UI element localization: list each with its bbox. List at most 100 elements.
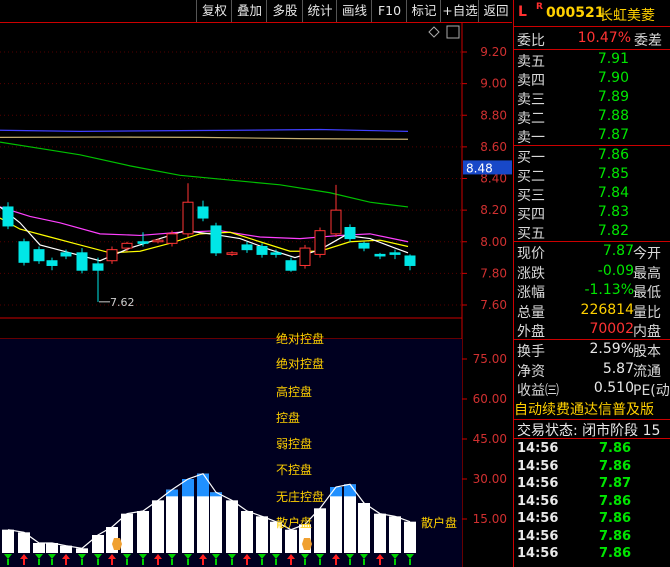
quote-row-0[interactable]: 现价 7.87 今开 bbox=[514, 242, 670, 262]
tick-row: 14:56 7.86 bbox=[514, 528, 670, 546]
bid-row-5-value: 7.82 bbox=[597, 223, 629, 239]
candle-body[interactable] bbox=[197, 206, 209, 219]
candle-body[interactable] bbox=[60, 252, 72, 257]
control-bar[interactable] bbox=[389, 516, 401, 553]
tick-price: 7.86 bbox=[599, 458, 632, 474]
quote-row-1[interactable]: 涨跌 -0.09 最高 bbox=[514, 262, 670, 282]
ma-green-line bbox=[0, 141, 409, 208]
control-bar[interactable] bbox=[285, 529, 297, 553]
fund-row-2[interactable]: 收益㈢ 0.510 PE(动 bbox=[514, 379, 670, 399]
fund-row-1[interactable]: 净资 5.87 流通 bbox=[514, 360, 670, 380]
control-bar[interactable] bbox=[314, 508, 326, 553]
kline-chart[interactable]: 9.209.008.808.608.408.208.007.807.608.48… bbox=[0, 0, 512, 567]
control-bar[interactable] bbox=[226, 500, 238, 553]
ask-row-4[interactable]: 卖四 7.90 bbox=[514, 69, 670, 89]
bid-row-2[interactable]: 买二 7.85 bbox=[514, 165, 670, 185]
candle-body[interactable] bbox=[344, 227, 356, 240]
candle-body[interactable] bbox=[121, 242, 133, 249]
quote-row-2[interactable]: 涨幅 -1.13% 最低 bbox=[514, 281, 670, 301]
candle-body[interactable] bbox=[210, 225, 222, 254]
quote-row-0-label: 现价 bbox=[517, 246, 545, 262]
indicator-level-label: 散户盘 bbox=[276, 515, 312, 530]
candle-body[interactable] bbox=[152, 239, 164, 243]
candle-body[interactable] bbox=[330, 209, 342, 235]
quote-row-4[interactable]: 外盘 70002 内盘 bbox=[514, 320, 670, 340]
control-bar[interactable] bbox=[404, 521, 416, 553]
stock-header[interactable]: L R 000521 长虹美菱 bbox=[514, 0, 670, 27]
control-bar[interactable] bbox=[92, 535, 104, 553]
diamond-icon[interactable] bbox=[428, 26, 440, 38]
chart-area[interactable]: 复权 叠加 多股 统计 画线 F10 标记 +自选 返回 9.20 9.00 8.8… bbox=[0, 0, 512, 567]
indicator-level-label: 高控盘 bbox=[276, 384, 312, 399]
candle-body[interactable] bbox=[226, 252, 238, 255]
candle-body[interactable] bbox=[2, 206, 14, 227]
weibi-label: 委比 bbox=[517, 33, 545, 49]
ask-row-4-label: 卖四 bbox=[517, 73, 545, 89]
tick-price: 7.86 bbox=[599, 441, 632, 456]
control-bar[interactable] bbox=[256, 516, 268, 553]
quote-row-3-value: 226814 bbox=[580, 301, 634, 318]
bid-row-4[interactable]: 买四 7.83 bbox=[514, 203, 670, 223]
control-bar[interactable] bbox=[358, 503, 370, 553]
control-bar[interactable] bbox=[121, 513, 133, 553]
ask-row-5[interactable]: 卖五 7.91 bbox=[514, 50, 670, 70]
candle-body[interactable] bbox=[314, 230, 326, 255]
control-bar[interactable] bbox=[137, 511, 149, 553]
candle-body[interactable] bbox=[182, 201, 194, 235]
tick-price: 7.86 bbox=[599, 493, 632, 509]
indicator-level-label: 控盘 bbox=[276, 410, 300, 425]
candle-body[interactable] bbox=[92, 263, 104, 271]
control-bar[interactable] bbox=[374, 513, 386, 553]
fund-row-0[interactable]: 换手 2.59% 股本 bbox=[514, 340, 670, 360]
stock-code: 000521 bbox=[546, 5, 605, 21]
control-bar[interactable] bbox=[33, 543, 45, 553]
candle-body[interactable] bbox=[256, 245, 268, 255]
candle-body[interactable] bbox=[404, 255, 416, 266]
tick-row: 14:56 7.86 bbox=[514, 493, 670, 511]
control-bar[interactable] bbox=[330, 487, 342, 553]
ask-row-2[interactable]: 卖二 7.88 bbox=[514, 107, 670, 127]
candle-body[interactable] bbox=[270, 252, 282, 255]
candle-body[interactable] bbox=[166, 233, 178, 244]
current-price-label: 8.48 bbox=[466, 161, 493, 175]
candle-body[interactable] bbox=[18, 241, 30, 263]
bid-row-1-label: 买一 bbox=[517, 150, 545, 166]
control-bar[interactable] bbox=[166, 489, 178, 553]
tick-price: 7.86 bbox=[599, 511, 632, 526]
indicator-level-label: 散户盘 bbox=[421, 515, 457, 530]
control-bar[interactable] bbox=[210, 492, 222, 553]
control-bar[interactable] bbox=[2, 529, 14, 553]
weibi-row: 委比 10.47% 委差 bbox=[514, 29, 670, 49]
ask-row-2-label: 卖二 bbox=[517, 111, 545, 127]
candle-body[interactable] bbox=[76, 252, 88, 271]
indicator-tick-label: 45.00 bbox=[473, 432, 507, 446]
ask-row-1[interactable]: 卖一 7.87 bbox=[514, 126, 670, 146]
candle-body[interactable] bbox=[374, 253, 386, 257]
candle-body[interactable] bbox=[137, 241, 149, 244]
ask-row-3-value: 7.89 bbox=[597, 89, 629, 105]
trade-status: 交易状态: 闭市阶段 15 bbox=[517, 423, 661, 439]
tick-row: 14:56 7.86 bbox=[514, 440, 670, 458]
promo-banner[interactable]: 自动续费通达信普及版 bbox=[514, 399, 670, 419]
candle-body[interactable] bbox=[241, 244, 253, 251]
control-bar[interactable] bbox=[241, 511, 253, 553]
quote-row-3[interactable]: 总量 226814 量比 bbox=[514, 301, 670, 321]
candle-body[interactable] bbox=[299, 247, 311, 266]
ask-row-3[interactable]: 卖三 7.89 bbox=[514, 88, 670, 108]
scroll-box-icon[interactable] bbox=[446, 25, 460, 39]
bid-row-5[interactable]: 买五 7.82 bbox=[514, 222, 670, 242]
bid-row-1[interactable]: 买一 7.86 bbox=[514, 146, 670, 166]
price-tick-label: 8.20 bbox=[480, 203, 507, 217]
candle-body[interactable] bbox=[285, 260, 297, 271]
candle-body[interactable] bbox=[358, 242, 370, 249]
control-bar[interactable] bbox=[152, 500, 164, 553]
candle-body[interactable] bbox=[46, 260, 58, 266]
control-bar-top bbox=[197, 473, 209, 497]
candle-body[interactable] bbox=[33, 249, 45, 262]
control-bar[interactable] bbox=[76, 548, 88, 553]
tick-row: 14:56 7.87 bbox=[514, 475, 670, 493]
control-bar[interactable] bbox=[46, 543, 58, 553]
candle-body[interactable] bbox=[106, 249, 118, 262]
bid-row-3[interactable]: 买三 7.84 bbox=[514, 184, 670, 204]
candle-body[interactable] bbox=[389, 252, 401, 255]
